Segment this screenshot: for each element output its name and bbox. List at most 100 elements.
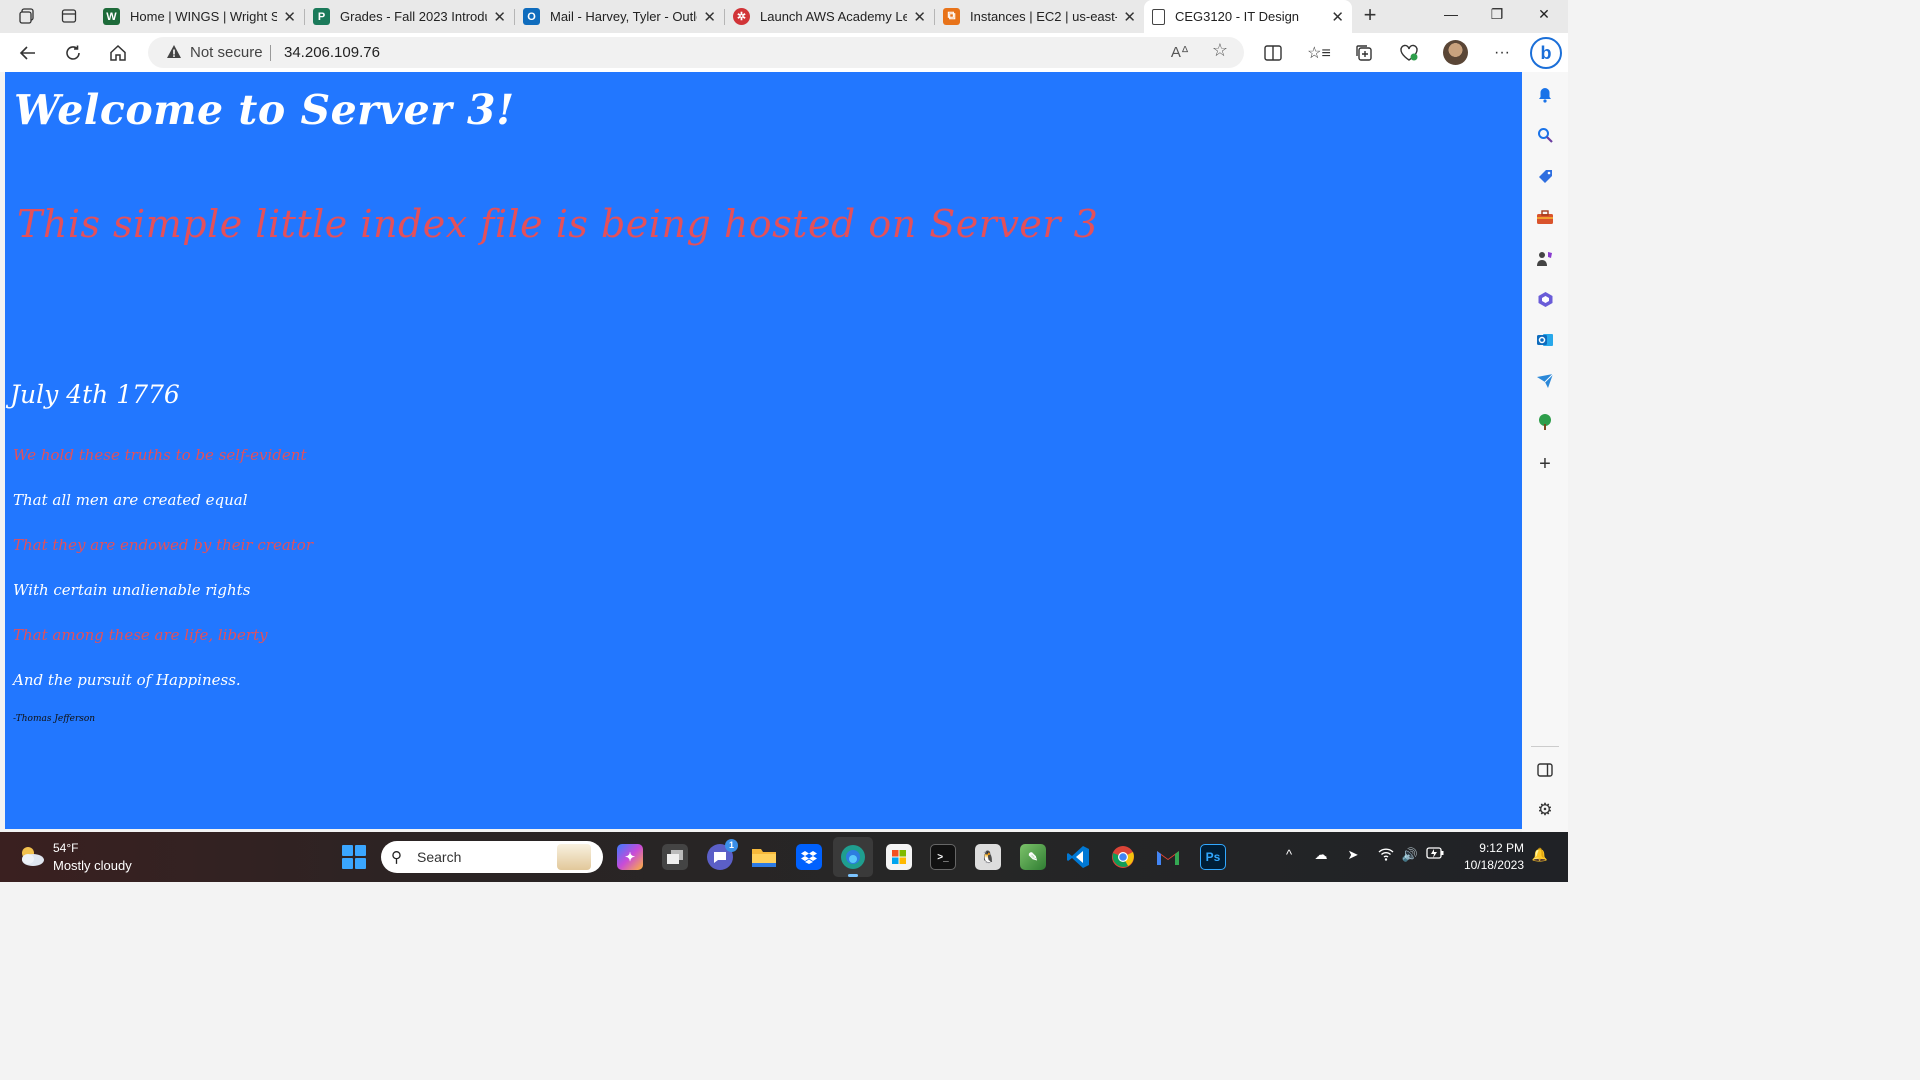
new-tab-button[interactable]: + [1359, 4, 1381, 28]
favorites-icon[interactable]: ☆≡ [1307, 42, 1331, 64]
outlook-favicon-icon: O [523, 8, 540, 25]
wifi-icon[interactable] [1376, 847, 1396, 867]
declaration-line-6: And the pursuit of Happiness. [13, 671, 241, 689]
start-button[interactable] [342, 845, 366, 869]
address-bar[interactable]: Not secure 34.206.109.76 Aᐞ ☆ [148, 37, 1244, 68]
taskbar-search[interactable]: ⚲ Search [381, 841, 603, 873]
split-screen-icon[interactable] [1262, 42, 1284, 64]
windows-taskbar: 54°F Mostly cloudy ⚲ Search ✦ 1 >_ 🐧 ✎ P… [0, 832, 1568, 882]
profile-avatar[interactable] [1443, 40, 1468, 65]
ec2-favicon-icon: ⧉ [943, 8, 960, 25]
declaration-line-4: With certain unalienable rights [13, 581, 251, 599]
wings-favicon-icon: W [103, 8, 120, 25]
tab-title: Launch AWS Academy Lea [760, 9, 908, 24]
close-tab-icon[interactable]: ✕ [493, 8, 506, 26]
clock-date[interactable]: 10/18/2023 [1452, 858, 1524, 872]
tab-title: Mail - Harvey, Tyler - Outlo [550, 9, 698, 24]
dropbox-icon[interactable] [796, 844, 822, 870]
tab-aws-academy[interactable]: ✲ Launch AWS Academy Lea ✕ [725, 0, 934, 33]
close-tab-icon[interactable]: ✕ [283, 8, 296, 26]
tab-grades[interactable]: P Grades - Fall 2023 Introduc ✕ [305, 0, 514, 33]
web-page: Welcome to Server 3! This simple little … [5, 72, 1522, 829]
onedrive-cloud-icon[interactable]: ☁ [1311, 847, 1331, 867]
cloudy-weather-icon [22, 847, 44, 866]
tab-actions-icon[interactable] [57, 5, 81, 27]
notification-badge: 1 [725, 839, 738, 852]
photoshop-icon[interactable]: Ps [1200, 844, 1226, 870]
search-placeholder: Search [417, 849, 462, 865]
terminal-icon[interactable]: >_ [930, 844, 956, 870]
outlook-icon[interactable] [1535, 330, 1555, 350]
url-text[interactable]: 34.206.109.76 [284, 44, 380, 61]
tab-strip: W Home | WINGS | Wright St ✕ P Grades - … [0, 0, 1568, 33]
close-tab-icon[interactable]: ✕ [1331, 8, 1344, 26]
declaration-line-2: That all men are created equal [13, 491, 248, 509]
office-icon[interactable] [1535, 289, 1555, 309]
search-icon[interactable] [1535, 125, 1555, 145]
microsoft-store-icon[interactable] [886, 844, 912, 870]
minimize-button[interactable]: — [1436, 6, 1466, 26]
clock-time[interactable]: 9:12 PM [1464, 841, 1524, 855]
edge-sidebar: + ⚙ [1522, 72, 1568, 832]
close-tab-icon[interactable]: ✕ [1123, 8, 1136, 26]
vscode-icon[interactable] [1065, 844, 1091, 870]
games-icon[interactable] [1535, 248, 1555, 268]
bell-icon[interactable] [1535, 85, 1555, 105]
signature: -Thomas Jefferson [13, 714, 96, 724]
notification-bell-icon[interactable]: 🔔 [1530, 847, 1550, 867]
declaration-line-5: That among these are life, liberty [13, 626, 268, 644]
tab-title: Grades - Fall 2023 Introduc [340, 9, 488, 24]
security-label[interactable]: Not secure [190, 44, 263, 61]
copilot-icon[interactable]: ✦ [617, 844, 643, 870]
tux-icon[interactable]: 🐧 [975, 844, 1001, 870]
gmail-icon[interactable] [1155, 844, 1181, 870]
warning-icon[interactable] [166, 44, 182, 60]
bing-copilot-icon[interactable]: b [1530, 37, 1562, 69]
image-editor-icon[interactable]: ✎ [1020, 844, 1046, 870]
tree-icon[interactable] [1535, 412, 1555, 432]
restore-button[interactable]: ❐ [1482, 6, 1512, 26]
teams-chat-icon[interactable]: 1 [707, 839, 738, 870]
file-explorer-icon[interactable] [751, 844, 777, 870]
more-options-icon[interactable]: ··· [1491, 42, 1513, 64]
weather-temperature: 54°F [53, 841, 79, 855]
tab-title: CEG3120 - IT Design [1175, 9, 1300, 24]
tag-icon[interactable] [1535, 166, 1555, 186]
tab-ceg3120[interactable]: CEG3120 - IT Design ✕ [1144, 0, 1352, 33]
close-tab-icon[interactable]: ✕ [913, 8, 926, 26]
hosted-subtitle: This simple little index file is being h… [17, 202, 1099, 246]
split-panel-icon[interactable] [1535, 760, 1555, 780]
read-aloud-icon[interactable]: Aᐞ [1170, 43, 1190, 63]
edge-icon[interactable] [840, 844, 866, 877]
tab-ec2-instances[interactable]: ⧉ Instances | EC2 | us-east-1 ✕ [935, 0, 1144, 33]
settings-icon[interactable]: ⚙ [1535, 800, 1555, 820]
refresh-icon[interactable] [61, 41, 85, 65]
chrome-icon[interactable] [1110, 844, 1136, 870]
close-window-button[interactable]: ✕ [1529, 6, 1559, 26]
tab-title: Instances | EC2 | us-east-1 [970, 9, 1118, 24]
home-icon[interactable] [106, 41, 130, 65]
favorite-star-icon[interactable]: ☆ [1210, 40, 1230, 60]
battery-icon[interactable] [1425, 847, 1445, 867]
workspaces-icon[interactable] [15, 5, 39, 27]
search-icon: ⚲ [391, 849, 402, 866]
collections-icon[interactable] [1353, 42, 1375, 64]
page-favicon-icon [1152, 8, 1165, 25]
date-heading: July 4th 1776 [10, 380, 180, 409]
tab-wings[interactable]: W Home | WINGS | Wright St ✕ [95, 0, 304, 33]
toolbox-icon[interactable] [1535, 207, 1555, 227]
browser-essentials-icon[interactable] [1398, 42, 1420, 64]
tab-mail[interactable]: O Mail - Harvey, Tyler - Outlo ✕ [515, 0, 724, 33]
search-highlight-image [557, 844, 591, 870]
add-icon[interactable]: + [1535, 453, 1555, 475]
send-icon[interactable] [1535, 371, 1555, 391]
close-tab-icon[interactable]: ✕ [703, 8, 716, 26]
task-view-icon[interactable] [662, 844, 688, 870]
location-icon[interactable]: ➤ [1343, 847, 1363, 867]
pilot-favicon-icon: P [313, 8, 330, 25]
show-hidden-icons-icon[interactable]: ^ [1279, 847, 1299, 867]
volume-icon[interactable]: 🔊 [1400, 847, 1420, 867]
tab-title: Home | WINGS | Wright St [130, 9, 278, 24]
back-icon[interactable] [16, 41, 40, 65]
declaration-line-1: We hold these truths to be self-evident [13, 446, 307, 464]
